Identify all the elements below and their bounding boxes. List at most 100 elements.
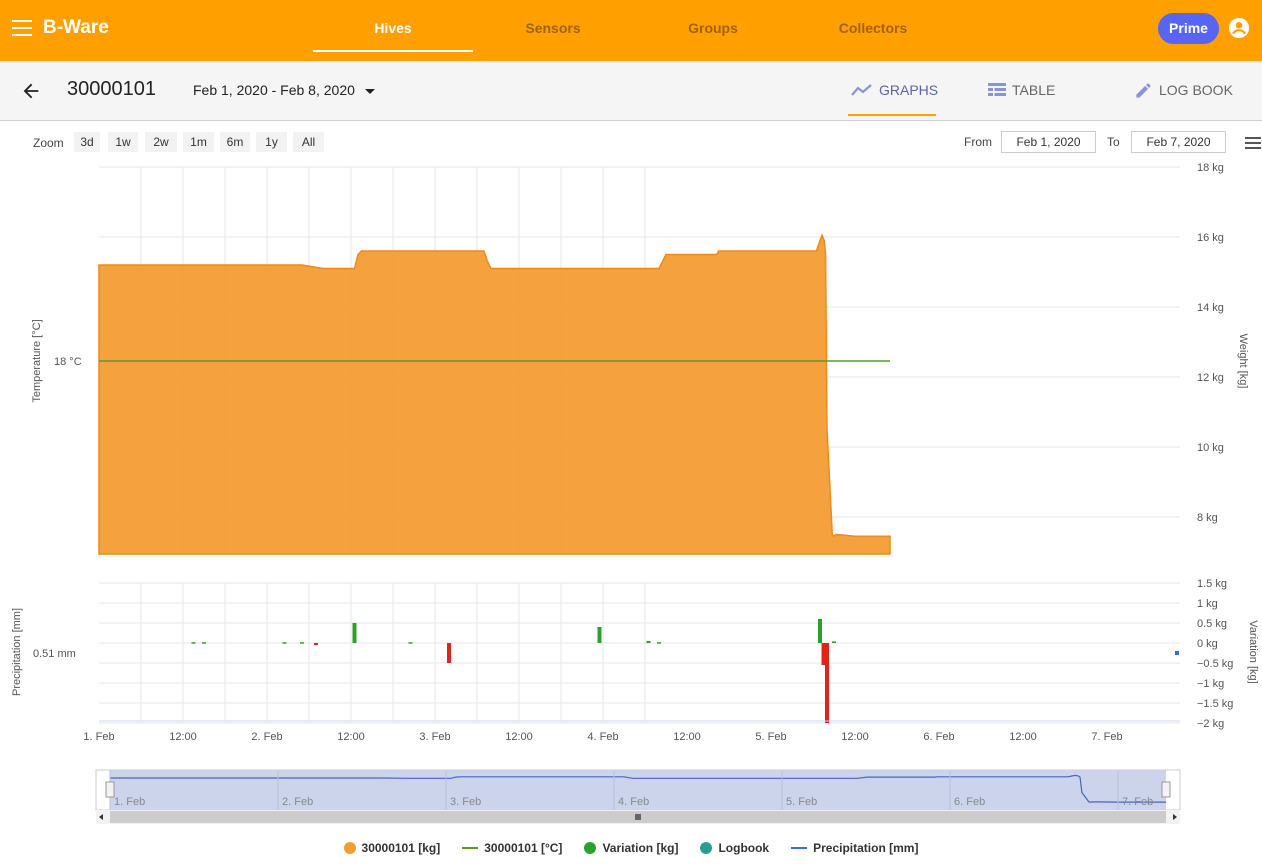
x-tick-label: 3. Feb [419, 731, 450, 743]
variation-bar [447, 643, 451, 663]
temperature-value-label: 18 °C [54, 356, 82, 368]
view-tab-table-label: TABLE [1012, 82, 1056, 98]
nav-active-indicator [313, 50, 473, 52]
legend-label: 30000101 [°C] [484, 841, 563, 855]
weight-axis-title: Weight [kg] [1237, 334, 1249, 389]
scrollbar-grip-icon [635, 814, 641, 820]
legend-label: Precipitation [mm] [813, 841, 919, 855]
pencil-icon [1136, 82, 1151, 98]
variation-bar [282, 642, 287, 644]
legend-item[interactable]: Logbook [700, 838, 769, 858]
variation-bar [657, 642, 661, 644]
x-tick-label: 12:00 [1009, 731, 1037, 743]
navigator-label: 7. Feb [1122, 796, 1153, 808]
navigator-label: 2. Feb [282, 796, 313, 808]
table-icon [988, 83, 1006, 96]
view-tab-graphs-label: GRAPHS [879, 82, 939, 98]
weight-tick-label: 18 kg [1197, 162, 1224, 174]
hive-chart: 18 kg 16 kg 14 kg 12 kg 10 kg 8 kg 1.5 kg 1 kg 0… [11, 162, 1259, 824]
variation-tick-label: 1 kg [1197, 598, 1218, 610]
precipitation-value-label: 0.51 mm [33, 648, 76, 660]
weight-tick-label: 8 kg [1197, 512, 1218, 524]
temperature-axis-title: Temperature [°C] [31, 319, 43, 402]
hive-id-title: 30000101 [67, 78, 156, 100]
variation-tick-label: −0.5 kg [1197, 658, 1233, 670]
variation-bar [408, 642, 413, 644]
legend-item[interactable]: Variation [kg] [584, 838, 678, 858]
legend-label: Logbook [718, 841, 770, 855]
navigator-handle-right[interactable] [1161, 781, 1171, 798]
x-tick-label: 2. Feb [251, 731, 282, 743]
nav-tab-sensors[interactable]: Sensors [473, 0, 633, 53]
view-tab-logbook-label: LOG BOOK [1159, 82, 1233, 98]
x-tick-label: 12:00 [337, 731, 365, 743]
x-tick-label: 4. Feb [587, 731, 618, 743]
view-tab-graphs[interactable]: GRAPHS [851, 75, 938, 105]
variation-tick-label: −1.5 kg [1197, 698, 1233, 710]
weight-tick-label: 10 kg [1197, 442, 1224, 454]
variation-bar [821, 643, 826, 665]
legend-line-icon [791, 847, 808, 849]
variation-bar [646, 641, 651, 643]
variation-bar [300, 642, 304, 644]
navigator-handle-left[interactable] [105, 781, 115, 798]
variation-bar [202, 642, 206, 644]
x-tick-label: 1. Feb [83, 731, 114, 743]
variation-bar [314, 643, 318, 645]
x-tick-label: 12:00 [841, 731, 869, 743]
legend-item[interactable]: 30000101 [kg] [343, 838, 441, 858]
legend-item[interactable]: Precipitation [mm] [791, 838, 918, 858]
legend-label: Variation [kg] [602, 841, 679, 855]
navigator-label: 3. Feb [450, 796, 481, 808]
variation-tick-label: 0 kg [1197, 638, 1218, 650]
view-active-indicator [848, 114, 936, 116]
legend-item[interactable]: 30000101 [°C] [462, 838, 562, 858]
variation-bar [191, 642, 196, 644]
navigator-label: 4. Feb [618, 796, 649, 808]
variation-tick-label: 0.5 kg [1197, 618, 1227, 630]
x-tick-label: 6. Feb [923, 731, 954, 743]
weight-tick-label: 12 kg [1197, 372, 1224, 384]
brand-title: B-Ware [43, 17, 109, 38]
legend-line-icon [462, 847, 479, 849]
nav-tab-hives[interactable]: Hives [313, 0, 473, 53]
variation-bar [352, 623, 357, 643]
legend-label: 30000101 [kg] [361, 841, 441, 855]
variation-tick-label: −2 kg [1197, 718, 1224, 730]
variation-series [191, 619, 1179, 723]
x-tick-label: 12:00 [673, 731, 701, 743]
view-tab-logbook[interactable]: LOG BOOK [1134, 75, 1233, 105]
precipitation-point [1175, 651, 1179, 655]
variation-tick-label: −1 kg [1197, 678, 1224, 690]
nav-tab-collectors[interactable]: Collectors [793, 0, 953, 53]
hive-toolbar: 30000101 Feb 1, 2020 - Feb 8, 2020 GRAPH… [0, 61, 1262, 121]
nav-tab-groups[interactable]: Groups [633, 0, 793, 53]
view-tab-table[interactable]: TABLE [988, 75, 1055, 105]
date-range-selector[interactable]: Feb 1, 2020 - Feb 8, 2020 [193, 82, 375, 98]
variation-bar [818, 619, 822, 643]
variation-bar [825, 643, 829, 723]
chart-legend: 30000101 [kg] 30000101 [°C] Variation [kg]… [0, 838, 1262, 858]
weight-tick-label: 16 kg [1197, 232, 1224, 244]
account-circle-icon[interactable] [1228, 17, 1250, 39]
x-tick-label: 12:00 [505, 731, 533, 743]
weight-area [98, 233, 891, 555]
legend-dot-icon [584, 842, 597, 854]
x-tick-label: 5. Feb [755, 731, 786, 743]
navigator[interactable]: 1. Feb 2. Feb 3. Feb 4. Feb 5. Feb 6. Feb 7. F… [95, 769, 1181, 824]
variation-axis-title: Variation [kg] [1247, 620, 1259, 683]
navigator-label: 1. Feb [114, 796, 145, 808]
hamburger-menu-icon[interactable] [12, 20, 32, 36]
navigator-label: 6. Feb [954, 796, 985, 808]
weight-tick-label: 14 kg [1197, 302, 1224, 314]
prime-button[interactable]: Prime [1158, 13, 1219, 44]
app-bar: B-Ware Hives Sensors Groups Collectors P… [0, 0, 1262, 61]
weight-series [98, 233, 891, 555]
arrow-back-icon[interactable] [20, 80, 42, 102]
precipitation-axis-title: Precipitation [mm] [11, 608, 23, 696]
legend-dot-icon [343, 842, 356, 854]
variation-tick-label: 1.5 kg [1197, 578, 1227, 590]
date-range-text: Feb 1, 2020 - Feb 8, 2020 [193, 82, 355, 98]
x-tick-label: 12:00 [169, 731, 197, 743]
x-tick-label: 7. Feb [1091, 731, 1122, 743]
